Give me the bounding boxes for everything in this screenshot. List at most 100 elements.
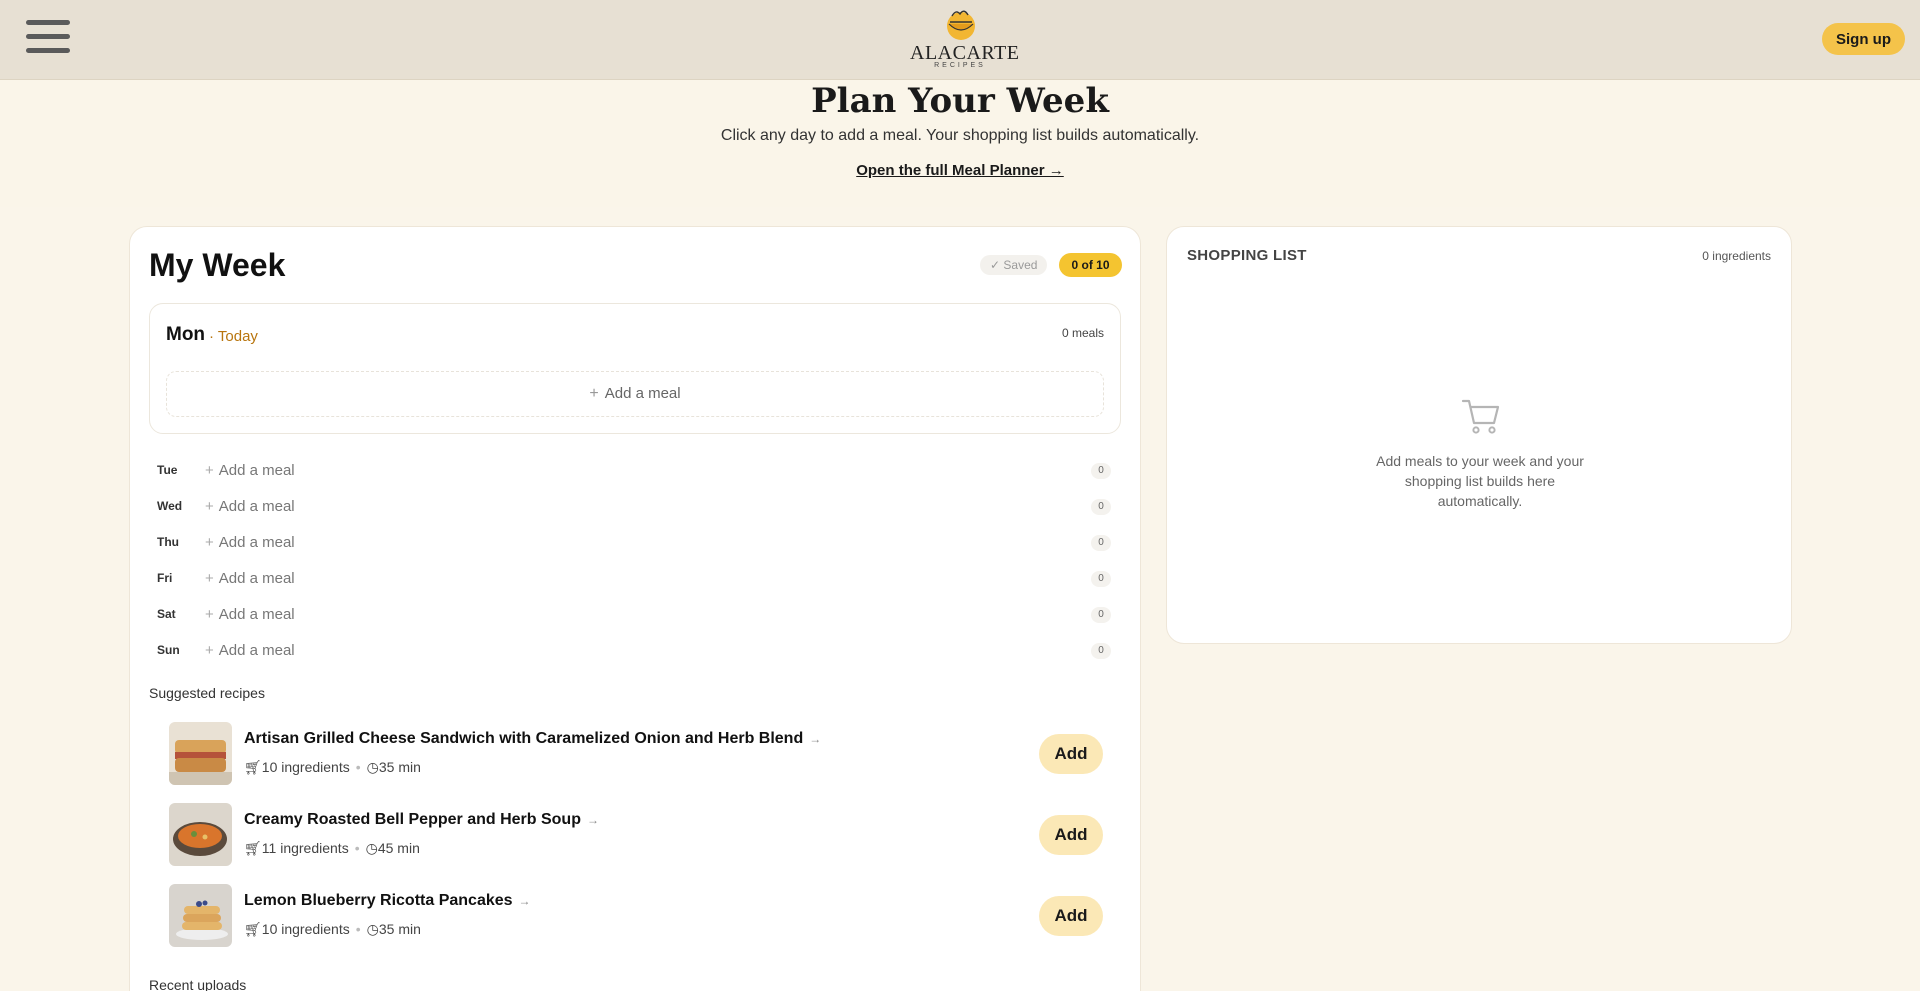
check-icon: ✓	[990, 258, 1001, 272]
recipe-title-link[interactable]: Creamy Roasted Bell Pepper and Herb Soup…	[244, 811, 599, 829]
day-row-wed[interactable]: Wed + Add a meal 0	[149, 492, 1121, 522]
recipe-ingredient-count: 10 ingredients	[261, 921, 350, 937]
recipe-title-link[interactable]: Artisan Grilled Cheese Sandwich with Car…	[244, 730, 821, 748]
add-meal-button-tue[interactable]: + Add a meal	[205, 462, 295, 479]
cart-icon: 🛒︎	[244, 921, 262, 937]
sign-up-button[interactable]: Sign up	[1822, 23, 1905, 55]
day-meal-count: 0 meals	[1061, 326, 1104, 340]
recipe-thumbnail[interactable]	[169, 884, 232, 947]
add-recipe-button[interactable]: Add	[1039, 815, 1103, 855]
recipe-time: 35 min	[378, 921, 421, 937]
recipe-thumbnail[interactable]	[169, 803, 232, 866]
clock-icon: ◷	[366, 921, 379, 937]
cart-icon: 🛒︎	[244, 759, 262, 775]
day-label: Fri	[157, 571, 173, 585]
recipe-time: 35 min	[378, 759, 421, 775]
add-meal-label: Add a meal	[218, 642, 295, 659]
day-row-tue[interactable]: Tue + Add a meal 0	[149, 456, 1121, 486]
day-row-thu[interactable]: Thu + Add a meal 0	[149, 528, 1121, 558]
recipe-item: Creamy Roasted Bell Pepper and Herb Soup…	[169, 803, 1104, 867]
meal-count-badge: 0 of 10	[1059, 253, 1122, 277]
recipe-title[interactable]: Artisan Grilled Cheese Sandwich with Car…	[244, 730, 803, 747]
add-meal-button-thu[interactable]: + Add a meal	[205, 534, 295, 551]
add-recipe-button[interactable]: Add	[1039, 896, 1103, 936]
plus-icon: +	[205, 642, 214, 659]
open-meal-planner-link-label[interactable]: Open the full Meal Planner →	[856, 162, 1064, 179]
hamburger-menu-icon[interactable]	[22, 14, 72, 64]
day-label: Thu	[157, 535, 179, 549]
shopping-list-empty-message: Add meals to your week and your shopping…	[1376, 453, 1584, 509]
day-label: Wed	[157, 499, 183, 513]
recipe-meta: 🛒︎10 ingredients • ◷35 min	[244, 759, 421, 776]
separator-dot: •	[355, 759, 361, 775]
day-meal-count: 0	[1091, 571, 1111, 587]
day-label: Tue	[157, 463, 178, 477]
day-name: Mon	[166, 324, 206, 345]
recipe-ingredient-count: 11 ingredients	[261, 840, 349, 856]
recipe-time: 45 min	[377, 840, 420, 856]
recipe-title-link[interactable]: Lemon Blueberry Ricotta Pancakes →	[244, 892, 531, 910]
plus-icon: +	[205, 462, 214, 479]
day-meal-count: 0	[1091, 463, 1111, 479]
add-meal-label: Add a meal	[218, 534, 295, 551]
hero-subtitle: Click any day to add a meal. Your shoppi…	[720, 127, 1200, 144]
add-meal-button-sat[interactable]: + Add a meal	[205, 606, 295, 623]
day-label: Sun	[157, 643, 180, 657]
add-meal-label: Add a meal	[218, 570, 295, 587]
recipe-title[interactable]: Lemon Blueberry Ricotta Pancakes	[244, 892, 513, 909]
hero-section: Plan Your Week Click any day to add a me…	[0, 80, 1920, 207]
shopping-ingredient-count: 0 ingredients	[1702, 249, 1771, 263]
today-day-card: Mon · Today 0 meals + Add a meal	[149, 303, 1121, 434]
separator-dot: •	[354, 840, 360, 856]
add-meal-label: Add a meal	[604, 385, 681, 402]
plus-icon: +	[205, 534, 214, 551]
my-week-title: My Week	[149, 247, 286, 283]
suggested-recipes-heading: Suggested recipes	[149, 685, 265, 701]
arrow-right-icon: →	[809, 732, 822, 746]
arrow-right-icon: →	[586, 813, 599, 827]
cart-icon: 🛒︎	[244, 840, 262, 856]
my-week-panel: My Week ✓ Saved 0 of 10 Mon · Today 0 me…	[129, 226, 1141, 991]
recipe-title[interactable]: Creamy Roasted Bell Pepper and Herb Soup	[244, 811, 581, 828]
logo-wordmark: ALACARTE	[910, 42, 1020, 64]
recipe-thumbnail[interactable]	[169, 722, 232, 785]
shopping-list-panel: SHOPPING LIST 0 ingredients Add meals to…	[1166, 226, 1792, 644]
page-title: Plan Your Week	[811, 81, 1109, 121]
day-row-sun[interactable]: Sun + Add a meal 0	[149, 636, 1121, 666]
plus-icon: +	[205, 606, 214, 623]
saved-status-badge: ✓ Saved	[980, 255, 1048, 275]
separator-dot: •	[355, 921, 361, 937]
day-row-fri[interactable]: Fri + Add a meal 0	[149, 564, 1121, 594]
add-meal-label: Add a meal	[218, 498, 295, 515]
recipe-meta: 🛒︎11 ingredients • ◷45 min	[244, 840, 420, 857]
clock-icon: ◷	[365, 840, 378, 856]
day-meal-count: 0	[1091, 499, 1111, 515]
add-recipe-button[interactable]: Add	[1039, 734, 1103, 774]
plus-icon: +	[205, 570, 214, 587]
add-meal-button-mon[interactable]: + Add a meal	[166, 371, 1104, 417]
day-meal-count: 0	[1091, 535, 1111, 551]
add-meal-button-wed[interactable]: + Add a meal	[205, 498, 295, 515]
recent-uploads-heading: Recent uploads	[149, 977, 247, 991]
shopping-list-title: SHOPPING LIST	[1187, 247, 1307, 264]
recipe-ingredient-count: 10 ingredients	[261, 759, 350, 775]
site-logo[interactable]: ALACARTE RECIPES	[910, 6, 1020, 72]
add-meal-button-sun[interactable]: + Add a meal	[205, 642, 295, 659]
day-label: Sat	[157, 607, 176, 621]
add-meal-label: Add a meal	[218, 606, 295, 623]
add-meal-label: Add a meal	[218, 462, 295, 479]
chef-pot-logo-icon	[947, 10, 975, 40]
recipe-meta: 🛒︎10 ingredients • ◷35 min	[244, 921, 421, 938]
day-meal-count: 0	[1091, 607, 1111, 623]
plus-icon: +	[589, 385, 599, 402]
clock-icon: ◷	[366, 759, 379, 775]
recipe-item: Artisan Grilled Cheese Sandwich with Car…	[169, 722, 1104, 786]
plus-icon: +	[205, 498, 214, 515]
recipe-item: Lemon Blueberry Ricotta Pancakes → 🛒︎10 i…	[169, 884, 1104, 948]
arrow-right-icon: →	[518, 894, 531, 908]
shopping-cart-icon	[1461, 399, 1500, 434]
day-row-sat[interactable]: Sat + Add a meal 0	[149, 600, 1121, 630]
open-meal-planner-link[interactable]: Open the full Meal Planner →	[0, 162, 1920, 179]
add-meal-button-fri[interactable]: + Add a meal	[205, 570, 295, 587]
day-meal-count: 0	[1091, 643, 1111, 659]
